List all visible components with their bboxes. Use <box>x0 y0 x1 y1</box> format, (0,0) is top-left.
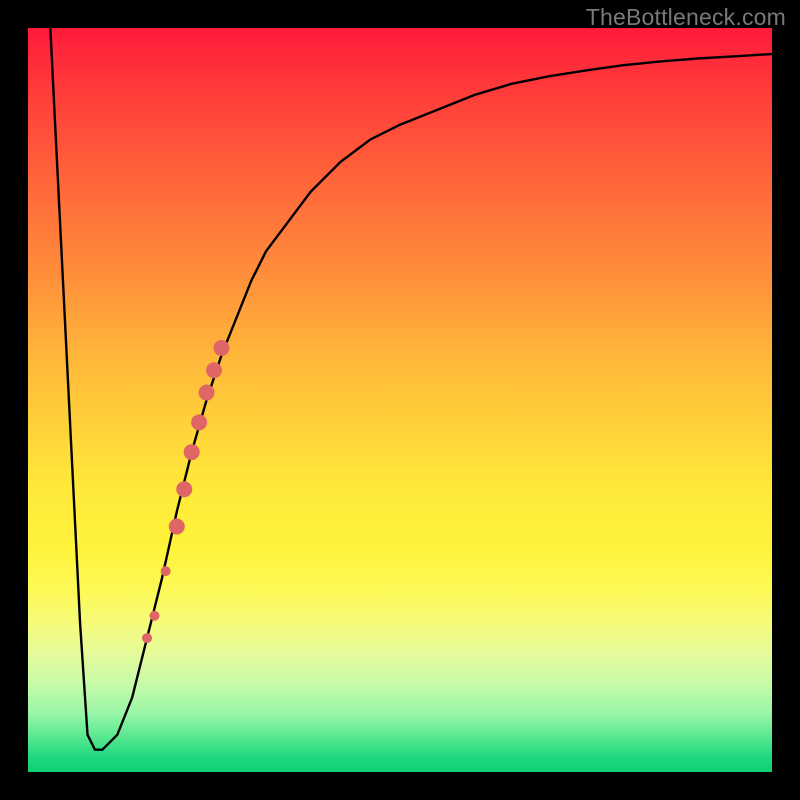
chart-frame: TheBottleneck.com <box>0 0 800 800</box>
watermark-text: TheBottleneck.com <box>586 4 786 31</box>
background-gradient <box>28 28 772 772</box>
plot-area <box>28 28 772 772</box>
